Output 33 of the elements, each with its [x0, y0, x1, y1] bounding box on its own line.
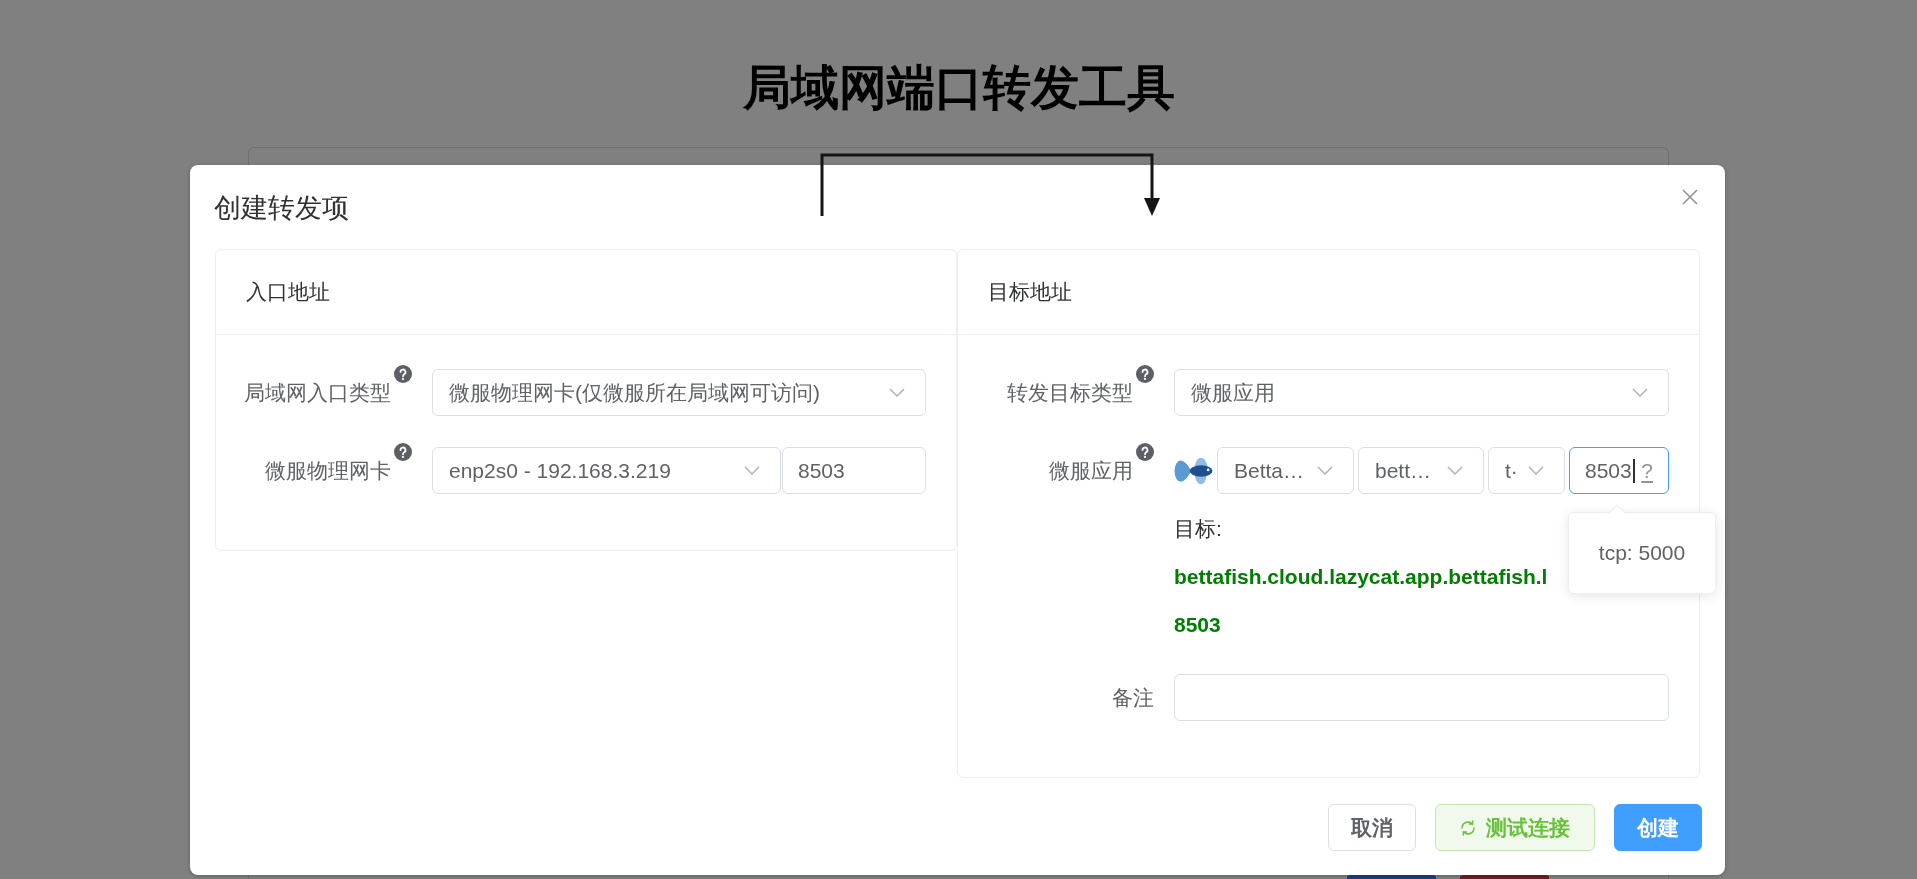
field-label: 转发目标类型: [1007, 379, 1133, 406]
chevron-down-icon: [1632, 388, 1648, 397]
field-label: 局域网入口类型: [244, 379, 391, 406]
target-address-line: bettafish.cloud.lazycat.app.bettafish.l: [1174, 564, 1548, 590]
chevron-down-icon: [889, 388, 905, 397]
field-label: 微服应用: [1049, 457, 1133, 484]
help-link[interactable]: ?: [1641, 458, 1653, 483]
chevron-down-icon: [1447, 466, 1463, 475]
card-title: 入口地址: [246, 279, 330, 305]
select-field[interactable]: t·: [1488, 447, 1565, 494]
select-field[interactable]: enp2s0 - 192.168.3.219: [432, 447, 781, 494]
select-field[interactable]: 微服应用: [1174, 369, 1669, 416]
target-label: 目标:: [1174, 516, 1222, 542]
select-field[interactable]: 微服物理网卡(仅微服所在局域网可访问): [432, 369, 926, 416]
select-field[interactable]: bett…: [1358, 447, 1484, 494]
tooltip: tcp: 5000: [1568, 504, 1716, 594]
target-address-line: 8503: [1174, 612, 1221, 638]
card-title: 目标地址: [988, 279, 1072, 305]
input-field[interactable]: [1174, 674, 1669, 721]
field-label: 备注: [1112, 684, 1154, 711]
input-field[interactable]: 8503: [782, 447, 926, 494]
input-field[interactable]: 8503 ?: [1569, 447, 1669, 494]
field-label: 微服物理网卡: [265, 457, 391, 484]
cancel-button[interactable]: 取消: [1328, 804, 1416, 851]
close-icon[interactable]: [1682, 189, 1698, 205]
page-title: 局域网端口转发工具: [742, 60, 1175, 116]
chevron-down-icon: [744, 466, 760, 475]
chevron-down-icon: [1528, 466, 1544, 475]
dialog-title: 创建转发项: [214, 192, 349, 225]
chevron-down-icon: [1317, 466, 1333, 475]
select-field[interactable]: Betta…: [1217, 447, 1354, 494]
text-cursor: [1632, 458, 1635, 483]
refresh-icon: [1460, 819, 1476, 836]
